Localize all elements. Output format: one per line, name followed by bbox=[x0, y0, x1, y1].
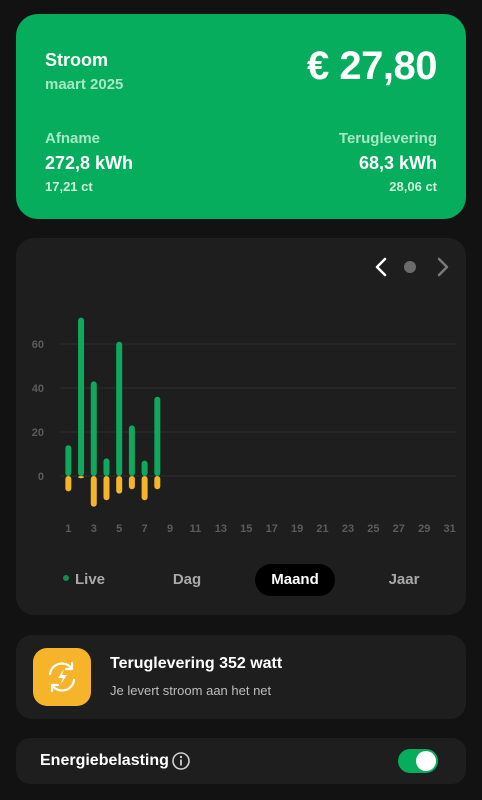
intake-bar bbox=[65, 445, 72, 476]
x-tick-label: 11 bbox=[190, 523, 202, 535]
tab-day[interactable]: Dag bbox=[147, 564, 227, 596]
x-tick-label: 27 bbox=[393, 523, 405, 535]
x-tick-label: 1 bbox=[65, 523, 71, 535]
return-subtitle: Je levert stroom aan het net bbox=[110, 683, 272, 698]
y-tick-label: 20 bbox=[32, 427, 44, 439]
x-tick-label: 15 bbox=[240, 523, 252, 535]
summary-title: Stroom bbox=[45, 50, 108, 70]
tab-month[interactable]: Maand bbox=[255, 564, 335, 596]
chevron-right-icon[interactable] bbox=[430, 253, 454, 281]
live-dot-icon bbox=[62, 575, 69, 582]
intake-bar bbox=[103, 458, 110, 476]
return-bar bbox=[141, 476, 148, 501]
intake-bar bbox=[141, 460, 148, 476]
x-tick-label: 25 bbox=[367, 523, 379, 535]
toggle-knob bbox=[416, 751, 436, 771]
intake-label: Afname bbox=[45, 130, 101, 147]
summary-period: maart 2025 bbox=[45, 76, 124, 93]
intake-bar bbox=[90, 381, 97, 476]
y-tick-label: 40 bbox=[32, 383, 44, 395]
return-bar bbox=[116, 476, 123, 494]
x-tick-label: 9 bbox=[167, 523, 173, 535]
return-bar bbox=[90, 476, 97, 507]
intake-value: 272,8 kWh bbox=[45, 153, 134, 173]
usage-chart-card: 60 40 20 0 1 3 5 7 9 11 13 15 17 19 21 23 25 27 29 31 Live … bbox=[16, 238, 466, 615]
return-status-card[interactable]: Teruglevering 352 watt Je levert stroom … bbox=[16, 635, 466, 719]
return-value: 68,3 kWh bbox=[358, 153, 437, 173]
intake-bar bbox=[116, 341, 123, 476]
intake-bar bbox=[128, 425, 135, 476]
y-tick-label: 60 bbox=[32, 339, 44, 351]
tab-live-label: Live bbox=[74, 571, 105, 588]
energy-tax-row: Energiebelasting bbox=[16, 738, 466, 784]
info-icon[interactable] bbox=[171, 751, 191, 771]
usage-chart: 60402001 3 5 7 9 11 13 15 17 19 21 23 25 27 29 31 bbox=[32, 317, 456, 535]
energy-tax-toggle[interactable] bbox=[398, 749, 438, 773]
x-tick-label: 21 bbox=[316, 523, 328, 535]
return-rate: 28,06 ct bbox=[389, 179, 437, 194]
chevron-left-icon[interactable] bbox=[370, 253, 394, 281]
x-tick-label: 3 bbox=[91, 523, 97, 535]
x-tick-label: 19 bbox=[291, 523, 303, 535]
energy-tax-label: Energiebelasting bbox=[40, 752, 169, 769]
intake-bar bbox=[78, 317, 85, 476]
x-tick-label: 29 bbox=[418, 523, 430, 535]
tab-live[interactable]: Live bbox=[44, 564, 124, 596]
return-bar bbox=[103, 476, 110, 501]
x-tick-label: 5 bbox=[116, 523, 122, 535]
summary-amount: € 27,80 bbox=[307, 44, 437, 88]
solar-return-icon bbox=[33, 648, 91, 706]
x-tick-label: 7 bbox=[142, 523, 148, 535]
intake-rate: 17,21 ct bbox=[45, 179, 93, 194]
return-bar bbox=[128, 476, 135, 490]
page-indicator-dot bbox=[404, 261, 416, 273]
x-tick-label: 23 bbox=[342, 523, 354, 535]
return-bar bbox=[78, 476, 85, 479]
x-tick-label: 13 bbox=[215, 523, 227, 535]
return-bar bbox=[65, 476, 72, 492]
tab-year[interactable]: Jaar bbox=[364, 564, 444, 596]
intake-bar bbox=[154, 396, 161, 476]
return-label: Teruglevering bbox=[338, 130, 437, 147]
return-title: Teruglevering 352 watt bbox=[110, 655, 283, 672]
return-bar bbox=[154, 476, 161, 490]
x-tick-label: 17 bbox=[266, 523, 278, 535]
summary-card: Stroom maart 2025 € 27,80 Afname 272,8 k… bbox=[16, 14, 466, 219]
x-tick-label: 31 bbox=[444, 523, 456, 535]
y-tick-label: 0 bbox=[38, 471, 44, 483]
period-selector: Live Dag Maand Jaar bbox=[16, 564, 466, 596]
